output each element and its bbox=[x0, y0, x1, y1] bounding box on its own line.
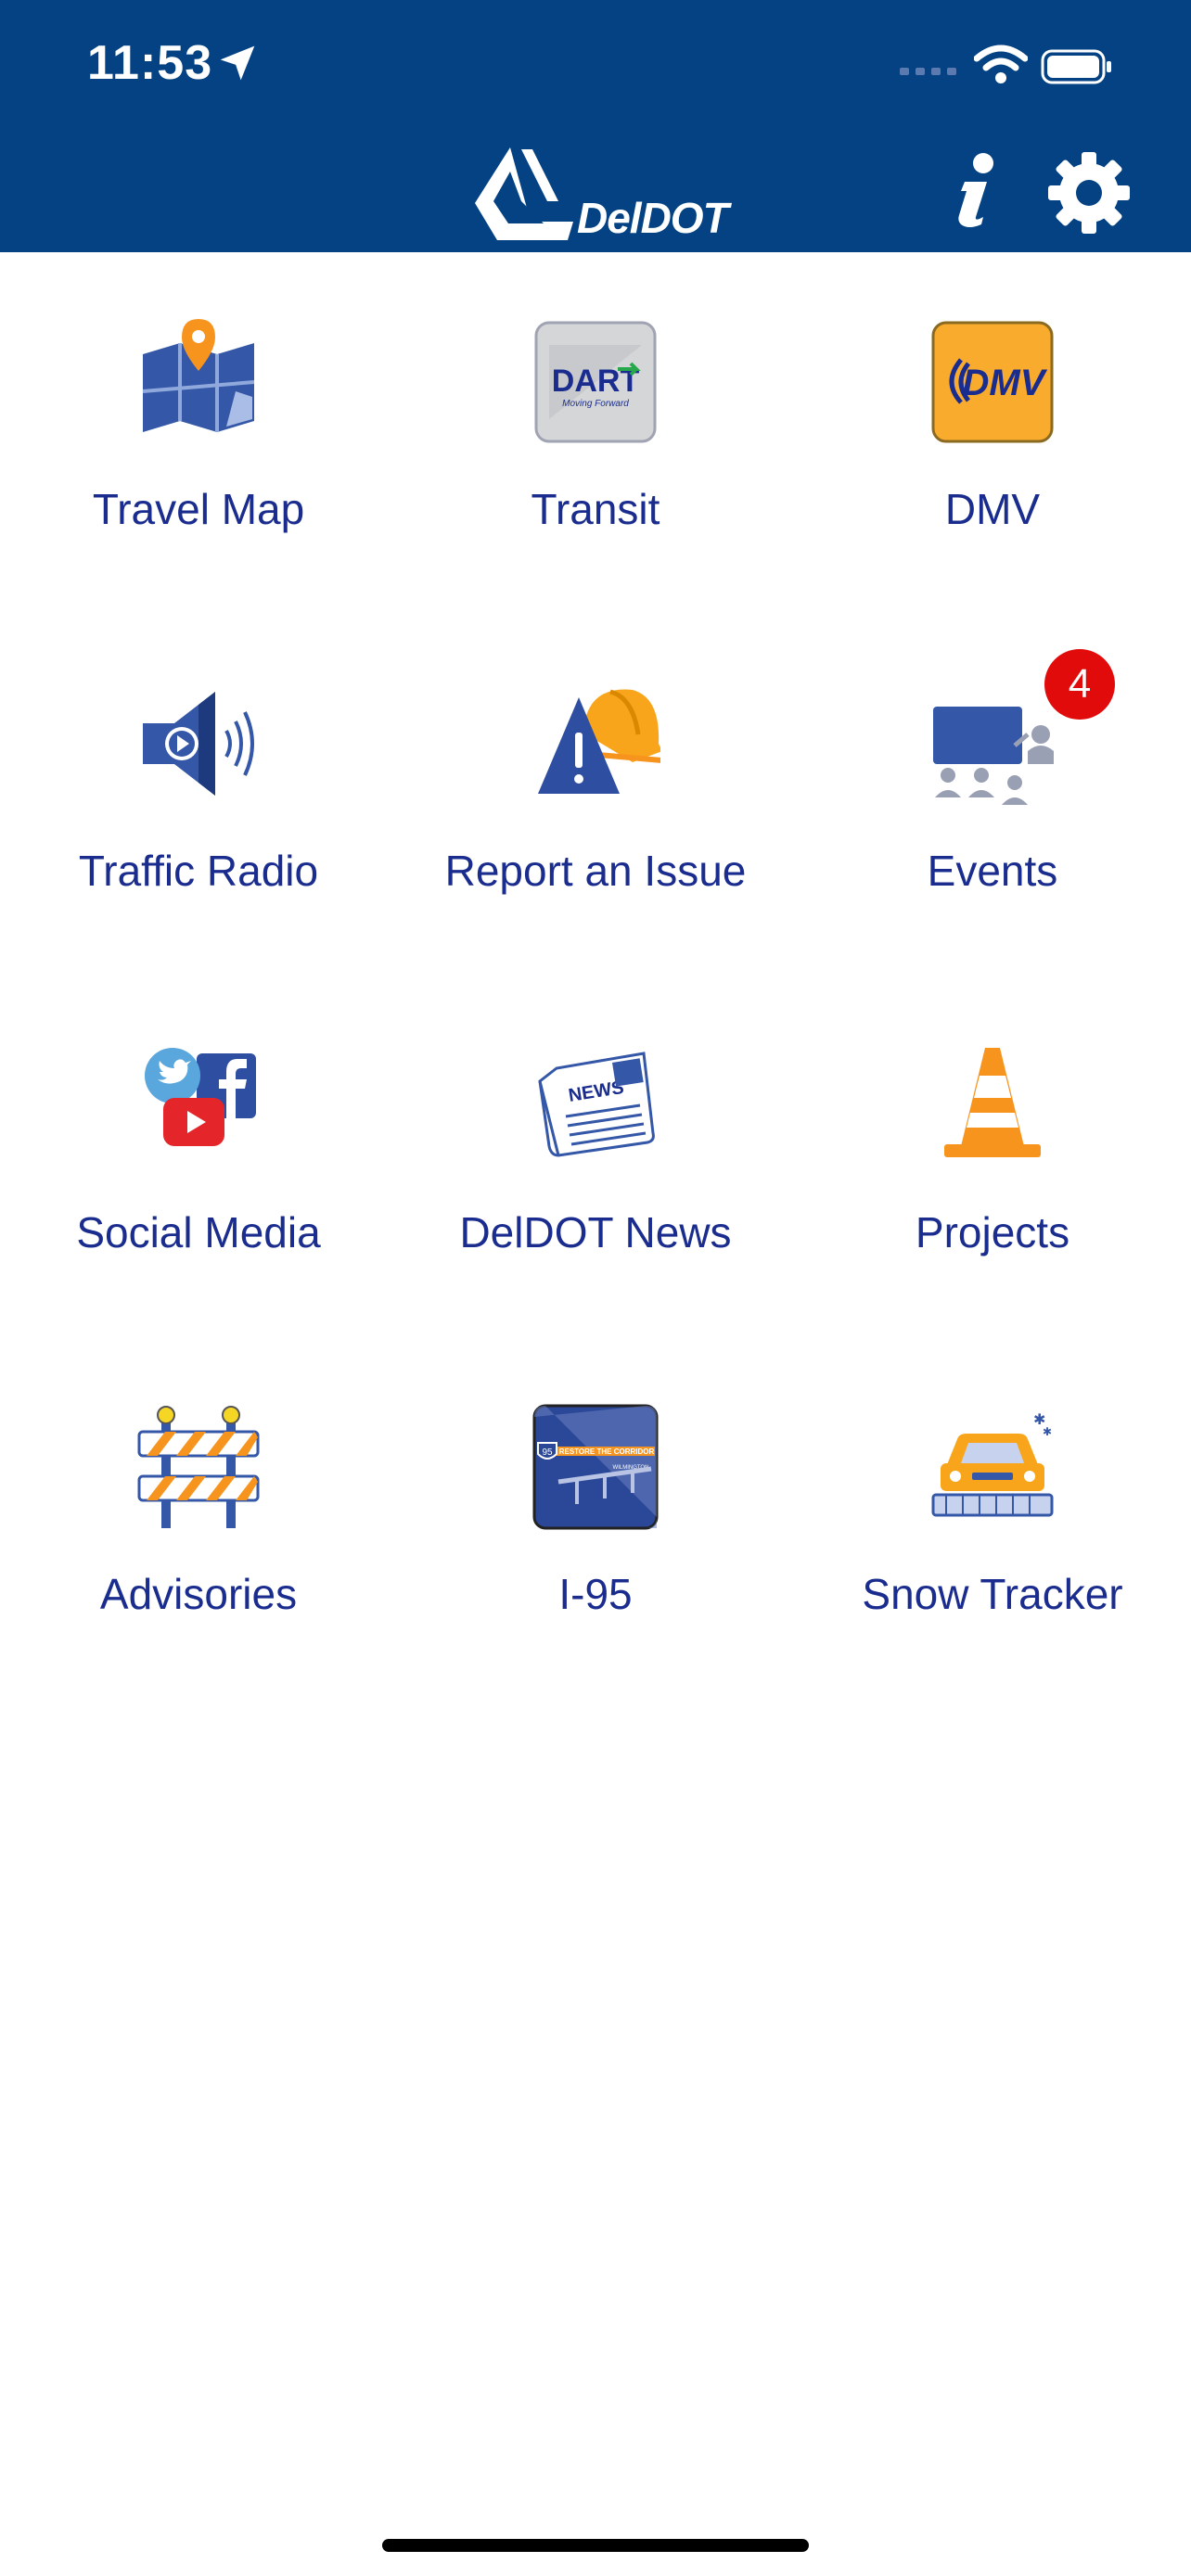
warning-hardhat-icon bbox=[538, 689, 660, 794]
tile-social-media[interactable]: Social Media bbox=[0, 976, 397, 1337]
tile-advisories[interactable]: Advisories bbox=[0, 1337, 397, 1699]
info-icon[interactable] bbox=[946, 150, 1004, 228]
newspaper-icon: NEWS bbox=[538, 1052, 655, 1157]
settings-gear-icon[interactable] bbox=[1046, 150, 1132, 236]
tile-label: Travel Map bbox=[92, 485, 305, 533]
battery-icon bbox=[1041, 49, 1111, 84]
tile-label: Snow Tracker bbox=[862, 1570, 1123, 1618]
tile-label: Report an Issue bbox=[444, 847, 747, 895]
i95-corridor-icon: RESTORE THE CORRIDOR WILMINGTON 95 bbox=[532, 1404, 659, 1530]
tile-label: Social Media bbox=[76, 1208, 321, 1256]
dmv-logo-text: DMV bbox=[963, 363, 1048, 403]
tile-transit[interactable]: DART Moving Forward Transit bbox=[397, 252, 794, 614]
tile-label: I-95 bbox=[558, 1570, 633, 1618]
app-header: 11:53 DelDOT bbox=[0, 0, 1191, 252]
tile-label: Traffic Radio bbox=[78, 847, 319, 895]
i95-shield-text: 95 bbox=[542, 1447, 553, 1458]
dart-tagline-text: Moving Forward bbox=[562, 399, 629, 409]
dart-transit-icon: DART Moving Forward bbox=[534, 321, 657, 443]
tile-report-issue[interactable]: Report an Issue bbox=[397, 614, 794, 976]
logo-text: DelDOT bbox=[577, 194, 729, 242]
tile-i95[interactable]: RESTORE THE CORRIDOR WILMINGTON 95 I-95 bbox=[397, 1337, 794, 1699]
travel-map-icon bbox=[142, 319, 255, 432]
tile-dmv[interactable]: DMV DMV bbox=[794, 252, 1191, 614]
tile-snow-tracker[interactable]: ✱ ✱ Snow Tracker bbox=[794, 1337, 1191, 1699]
tile-label: DMV bbox=[944, 485, 1041, 533]
location-arrow-icon bbox=[220, 45, 255, 81]
svg-text:✱: ✱ bbox=[1043, 1425, 1052, 1438]
tile-label: Events bbox=[927, 847, 1058, 895]
tile-travel-map[interactable]: Travel Map bbox=[0, 252, 397, 614]
cellular-signal-icon bbox=[900, 68, 956, 75]
tile-label: Advisories bbox=[99, 1570, 298, 1618]
tile-label: DelDOT News bbox=[459, 1208, 732, 1256]
tile-label: Projects bbox=[915, 1208, 1070, 1256]
events-notification-badge: 4 bbox=[1044, 649, 1115, 720]
tile-traffic-radio[interactable]: Traffic Radio bbox=[0, 614, 397, 976]
tile-label: Transit bbox=[531, 485, 660, 533]
snow-plow-icon: ✱ ✱ bbox=[931, 1410, 1054, 1517]
home-indicator[interactable] bbox=[382, 2539, 809, 2552]
i95-banner-text: RESTORE THE CORRIDOR bbox=[559, 1447, 655, 1456]
status-time: 11:53 bbox=[87, 36, 213, 90]
speaker-radio-icon bbox=[143, 692, 254, 796]
wifi-icon bbox=[974, 45, 1028, 83]
road-barricade-icon bbox=[137, 1406, 260, 1528]
dmv-icon: DMV bbox=[931, 321, 1054, 443]
tile-deldot-news[interactable]: NEWS DelDOT News bbox=[397, 976, 794, 1337]
presentation-audience-icon bbox=[933, 707, 1054, 805]
social-media-icon bbox=[145, 1048, 256, 1146]
traffic-cone-icon bbox=[944, 1048, 1041, 1157]
tile-events[interactable]: Events bbox=[794, 614, 1191, 976]
tile-projects[interactable]: Projects bbox=[794, 976, 1191, 1337]
